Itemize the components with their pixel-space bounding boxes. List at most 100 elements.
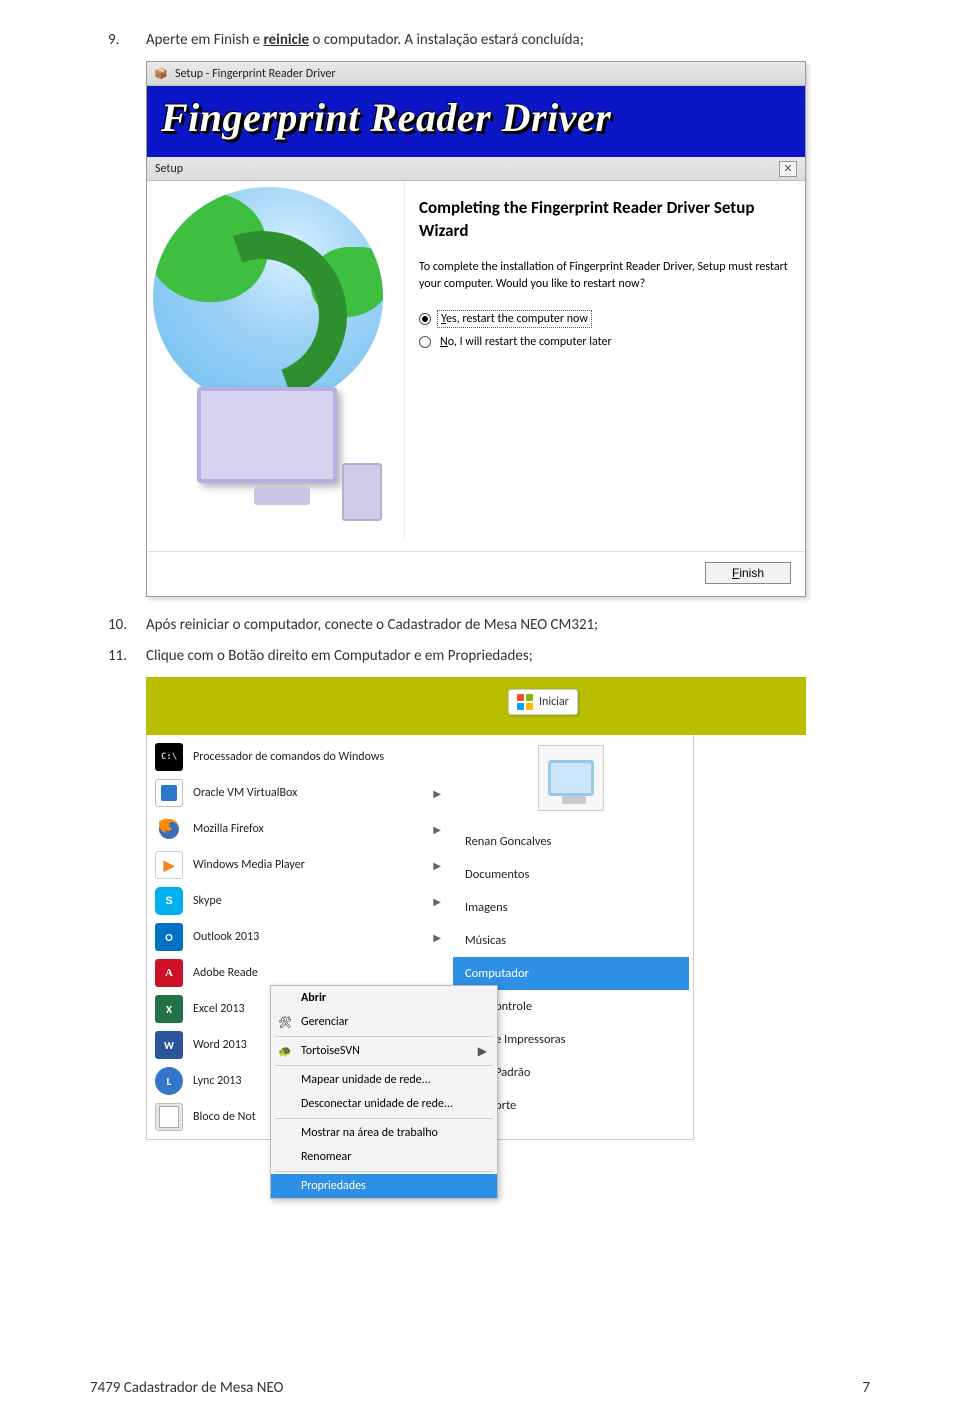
program-outlook[interactable]: Outlook 2013 ▶ bbox=[147, 919, 449, 955]
startmenu-screenshot: Iniciar C:\ Processador de comandos do W… bbox=[146, 677, 870, 1140]
radio-restart-yes[interactable]: Yes, restart the computer now bbox=[419, 310, 791, 328]
instruction-10-num: 10. bbox=[108, 615, 128, 636]
instruction-10: 10. Após reiniciar o computador, conecte… bbox=[108, 615, 870, 636]
start-button-label: Iniciar bbox=[539, 695, 569, 709]
wizard-illustration bbox=[147, 181, 405, 541]
pc-tower-icon bbox=[342, 463, 382, 521]
manage-icon: 🛠 bbox=[277, 1014, 293, 1030]
ctx-map-label: Mapear unidade de rede... bbox=[301, 1073, 431, 1087]
installer-banner: Fingerprint Reader Driver bbox=[147, 86, 805, 157]
ctx-manage-label: Gerenciar bbox=[301, 1015, 349, 1029]
excel-icon bbox=[155, 995, 183, 1023]
installer-screenshot: 📦 Setup - Fingerprint Reader Driver Fing… bbox=[146, 61, 870, 597]
tortoisesvn-icon: 🐢 bbox=[277, 1043, 293, 1059]
music-link[interactable]: Músicas bbox=[453, 924, 689, 957]
documents-link[interactable]: Documentos bbox=[453, 858, 689, 891]
start-button[interactable]: Iniciar bbox=[508, 689, 578, 715]
radio-restart-no[interactable]: No, I will restart the computer later bbox=[419, 334, 791, 350]
lync-icon bbox=[155, 1067, 183, 1095]
windows-logo-icon bbox=[517, 694, 533, 710]
taskbar-area: Iniciar bbox=[146, 677, 806, 735]
installer-title: Setup - Fingerprint Reader Driver bbox=[175, 67, 336, 81]
program-label: Adobe Reade bbox=[193, 966, 258, 980]
ctx-rename[interactable]: Renomear bbox=[271, 1145, 497, 1169]
program-firefox[interactable]: Mozilla Firefox ▶ bbox=[147, 811, 449, 847]
ctx-tortoise[interactable]: 🐢 TortoiseSVN ▶ bbox=[271, 1039, 497, 1063]
media-player-icon bbox=[155, 851, 183, 879]
instruction-9-num: 9. bbox=[108, 30, 128, 51]
ctx-show-label: Mostrar na área de trabalho bbox=[301, 1126, 438, 1140]
word-icon bbox=[155, 1031, 183, 1059]
ctx-disconnect-drive[interactable]: Desconectar unidade de rede... bbox=[271, 1092, 497, 1116]
ctx-manage[interactable]: 🛠 Gerenciar bbox=[271, 1010, 497, 1034]
cmd-icon: C:\ bbox=[155, 743, 183, 771]
program-skype[interactable]: Skype ▶ bbox=[147, 883, 449, 919]
wizard-body: Completing the Fingerprint Reader Driver… bbox=[147, 181, 805, 551]
instruction-9-text: Aperte em Finish e reinicie o computador… bbox=[146, 30, 870, 51]
submenu-arrow-icon: ▶ bbox=[433, 787, 441, 800]
submenu-arrow-icon: ▶ bbox=[433, 859, 441, 872]
images-link[interactable]: Imagens bbox=[453, 891, 689, 924]
radio-yes-label: Yes, restart the computer now bbox=[437, 310, 592, 328]
program-label: Processador de comandos do Windows bbox=[193, 750, 384, 764]
program-label: Skype bbox=[193, 894, 222, 908]
wizard-heading: Completing the Fingerprint Reader Driver… bbox=[419, 197, 791, 243]
instruction-10-text: Após reiniciar o computador, conecte o C… bbox=[146, 615, 870, 636]
firefox-icon bbox=[155, 815, 183, 843]
restart-radio-group: Yes, restart the computer now No, I will… bbox=[419, 310, 791, 350]
wizard-button-bar: Finish bbox=[147, 551, 805, 596]
program-wmp[interactable]: Windows Media Player ▶ bbox=[147, 847, 449, 883]
finish-button[interactable]: Finish bbox=[705, 562, 791, 584]
ctx-properties[interactable]: Propriedades bbox=[271, 1174, 497, 1198]
context-menu: Abrir 🛠 Gerenciar 🐢 TortoiseSVN ▶ Mapear… bbox=[270, 985, 498, 1199]
program-label: Oracle VM VirtualBox bbox=[193, 786, 297, 800]
inner-titlebar: Setup ✕ bbox=[147, 157, 805, 181]
computer-icon bbox=[548, 760, 594, 796]
adobe-reader-icon bbox=[155, 959, 183, 987]
ctx-disconnect-label: Desconectar unidade de rede... bbox=[301, 1097, 453, 1111]
ctx-separator bbox=[275, 1171, 493, 1172]
wizard-content: Completing the Fingerprint Reader Driver… bbox=[417, 181, 805, 541]
ctx-show-desktop[interactable]: Mostrar na área de trabalho bbox=[271, 1121, 497, 1145]
ctx-separator bbox=[275, 1118, 493, 1119]
program-label: Excel 2013 bbox=[193, 1002, 245, 1016]
banner-title: Fingerprint Reader Driver bbox=[161, 94, 791, 141]
instruction-11: 11. Clique com o Botão direito em Comput… bbox=[108, 646, 870, 667]
installer-window: 📦 Setup - Fingerprint Reader Driver Fing… bbox=[146, 61, 806, 597]
ctx-rename-label: Renomear bbox=[301, 1150, 351, 1164]
virtualbox-icon bbox=[155, 779, 183, 807]
radio-no-label: No, I will restart the computer later bbox=[437, 334, 615, 350]
installer-titlebar: 📦 Setup - Fingerprint Reader Driver bbox=[147, 62, 805, 86]
ctx-properties-label: Propriedades bbox=[301, 1179, 366, 1193]
ctx-map-drive[interactable]: Mapear unidade de rede... bbox=[271, 1068, 497, 1092]
ctx-separator bbox=[275, 1065, 493, 1066]
instruction-11-text: Clique com o Botão direito em Computador… bbox=[146, 646, 870, 667]
ctx-open[interactable]: Abrir bbox=[271, 986, 497, 1010]
submenu-arrow-icon: ▶ bbox=[433, 931, 441, 944]
submenu-arrow-icon: ▶ bbox=[478, 1044, 487, 1059]
program-label: Lync 2013 bbox=[193, 1074, 241, 1088]
skype-icon bbox=[155, 887, 183, 915]
program-label: Outlook 2013 bbox=[193, 930, 259, 944]
inner-dialog: Setup ✕ bbox=[147, 157, 805, 596]
instruction-9: 9. Aperte em Finish e reinicie o computa… bbox=[108, 30, 870, 51]
user-avatar bbox=[538, 745, 604, 811]
program-label: Mozilla Firefox bbox=[193, 822, 264, 836]
notepad-icon bbox=[155, 1103, 183, 1131]
submenu-arrow-icon: ▶ bbox=[433, 895, 441, 908]
submenu-arrow-icon: ▶ bbox=[433, 823, 441, 836]
program-cmd[interactable]: C:\ Processador de comandos do Windows bbox=[147, 739, 449, 775]
program-label: Windows Media Player bbox=[193, 858, 305, 872]
setup-icon: 📦 bbox=[153, 66, 169, 82]
program-virtualbox[interactable]: Oracle VM VirtualBox ▶ bbox=[147, 775, 449, 811]
program-label: Word 2013 bbox=[193, 1038, 247, 1052]
wizard-description: To complete the installation of Fingerpr… bbox=[419, 259, 791, 293]
ctx-separator bbox=[275, 1036, 493, 1037]
ctx-open-label: Abrir bbox=[301, 991, 326, 1005]
close-icon[interactable]: ✕ bbox=[779, 161, 797, 177]
inner-dialog-title: Setup bbox=[155, 162, 183, 176]
user-name-link[interactable]: Renan Goncalves bbox=[453, 825, 689, 858]
program-label: Bloco de Not bbox=[193, 1110, 256, 1124]
radio-unselected-icon bbox=[419, 336, 431, 348]
footer-page-number: 7 bbox=[862, 1379, 870, 1397]
